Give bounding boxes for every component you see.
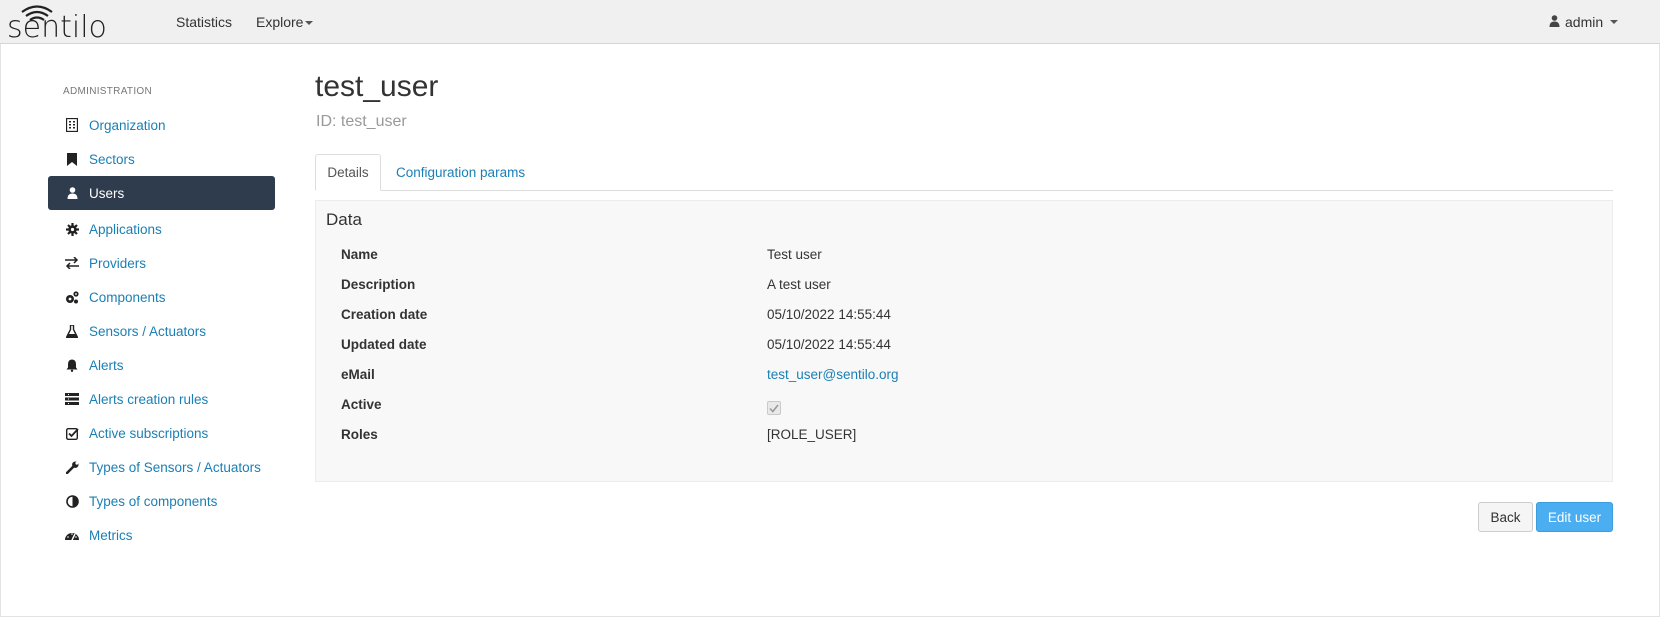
user-icon	[65, 186, 79, 200]
page-title: test_user	[315, 70, 439, 103]
active-checkbox	[767, 401, 781, 415]
field-value-name: Test user	[767, 247, 822, 262]
user-icon	[1549, 14, 1560, 30]
caret-down-icon	[305, 21, 314, 26]
sidebar-item-label: Alerts creation rules	[89, 391, 209, 407]
field-label-description: Description	[341, 277, 416, 292]
tab-configuration-params[interactable]: Configuration params	[384, 154, 537, 191]
edit-user-button[interactable]: Edit user	[1536, 502, 1613, 532]
field-value-roles: [ROLE_USER]	[767, 427, 857, 442]
user-menu[interactable]: admin	[1549, 14, 1619, 30]
sidebar-item-alerts[interactable]: Alerts	[48, 348, 275, 382]
nav-explore[interactable]: Explore	[256, 14, 314, 30]
sidebar-item-label: Users	[89, 185, 125, 201]
nav-explore-label: Explore	[256, 14, 304, 30]
top-navbar: sentilo Statistics Explore admin	[0, 0, 1660, 45]
gear-icon	[65, 222, 79, 236]
wrench-icon	[65, 460, 79, 474]
sidebar-item-label: Components	[89, 289, 166, 305]
field-label-name: Name	[341, 247, 378, 262]
sidebar-item-active-subscriptions[interactable]: Active subscriptions	[48, 416, 275, 450]
sidebar-item-label: Sensors / Actuators	[89, 323, 207, 339]
sidebar-item-types-components[interactable]: Types of components	[48, 484, 275, 518]
sidebar-item-label: Active subscriptions	[89, 425, 209, 441]
bookmark-icon	[65, 152, 79, 166]
field-label-active: Active	[341, 397, 382, 412]
sidebar-item-label: Organization	[89, 117, 166, 133]
sidebar-item-label: Alerts	[89, 357, 124, 373]
caret-down-icon	[1610, 20, 1619, 24]
field-value-creation-date: 05/10/2022 14:55:44	[767, 307, 891, 322]
field-label-updated-date: Updated date	[341, 337, 427, 352]
back-button[interactable]: Back	[1478, 502, 1533, 532]
check-square-icon	[65, 426, 79, 440]
sidebar-item-components[interactable]: Components	[48, 280, 275, 314]
bell-icon	[65, 358, 79, 372]
list-icon	[65, 392, 79, 406]
sidebar-item-label: Metrics	[89, 527, 133, 543]
data-panel	[315, 200, 1613, 482]
frame-border	[0, 44, 1, 617]
sidebar-item-types-sensors[interactable]: Types of Sensors / Actuators	[48, 450, 275, 484]
user-name: admin	[1565, 14, 1604, 30]
field-value-updated-date: 05/10/2022 14:55:44	[767, 337, 891, 352]
sidebar-item-label: Types of Sensors / Actuators	[89, 459, 261, 475]
page-subtitle: ID: test_user	[316, 113, 407, 130]
sidebar-item-label: Applications	[89, 221, 162, 237]
panel-title: Data	[326, 210, 362, 229]
sidebar-item-users[interactable]: Users	[48, 176, 275, 210]
sidebar-item-label: Sectors	[89, 151, 135, 167]
sidebar-item-label: Providers	[89, 255, 147, 271]
sentilo-logo[interactable]: sentilo	[7, 3, 142, 45]
tab-details[interactable]: Details	[315, 154, 381, 191]
field-label-roles: Roles	[341, 427, 378, 442]
sidebar-item-applications[interactable]: Applications	[48, 212, 275, 246]
building-icon	[65, 118, 79, 132]
field-label-creation-date: Creation date	[341, 307, 428, 322]
sidebar-item-providers[interactable]: Providers	[48, 246, 275, 280]
sidebar-item-organization[interactable]: Organization	[48, 108, 275, 142]
sidebar-item-metrics[interactable]: Metrics	[48, 518, 275, 552]
sidebar-item-sectors[interactable]: Sectors	[48, 142, 275, 176]
half-circle-icon	[65, 494, 79, 508]
sidebar-item-sensors-actuators[interactable]: Sensors / Actuators	[48, 314, 275, 348]
svg-text:sentilo: sentilo	[7, 10, 107, 41]
flask-icon	[65, 324, 79, 338]
sidebar-item-alerts-creation-rules[interactable]: Alerts creation rules	[48, 382, 275, 416]
cogs-icon	[65, 290, 79, 304]
exchange-icon	[65, 256, 79, 270]
field-value-description: A test user	[767, 277, 831, 292]
field-label-email: eMail	[341, 367, 375, 382]
email-link[interactable]: test_user@sentilo.org	[767, 367, 899, 382]
sidebar-heading: ADMINISTRATION	[63, 86, 153, 97]
dashboard-icon	[65, 528, 79, 542]
nav-statistics[interactable]: Statistics	[176, 14, 232, 30]
sidebar-item-label: Types of components	[89, 493, 218, 509]
